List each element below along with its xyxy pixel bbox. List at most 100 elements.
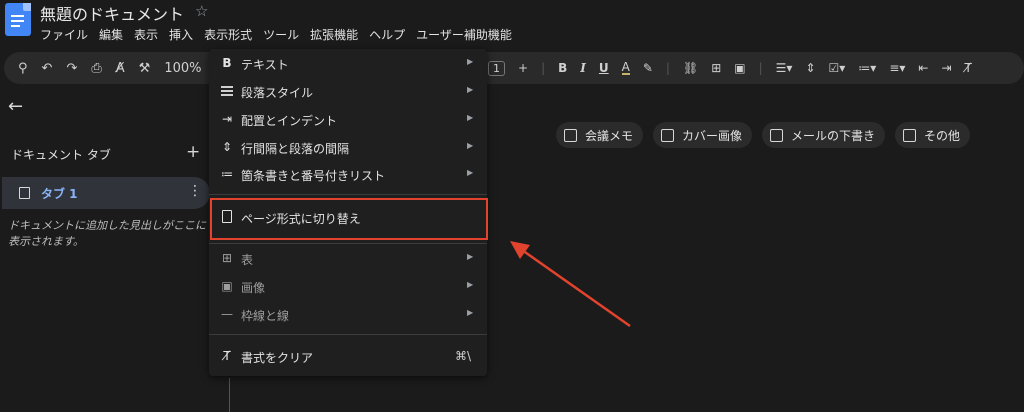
toolbar-divider: |: [758, 61, 763, 75]
chip-label: その他: [924, 128, 961, 143]
submenu-arrow-icon: ▶: [467, 57, 474, 66]
redo-icon[interactable]: ↷: [66, 61, 77, 76]
align-icon[interactable]: ☰▾: [776, 61, 793, 75]
title-bar: 無題のドキュメント ☆ ファイル 編集 表示 挿入 表示形式 ツール 拡張機能 …: [0, 0, 1024, 46]
outline-hint: ドキュメントに追加した見出しがここに表示されます。: [8, 219, 206, 248]
tab-label: タブ 1: [41, 187, 78, 201]
menu-divider: [209, 243, 487, 244]
menu-extensions[interactable]: 拡張機能: [310, 26, 358, 43]
star-icon[interactable]: ☆: [195, 2, 208, 20]
toolbar: ⚲ ↶ ↷ ⎙ A̸ ⚒ 100% 1 + | B I U A ✎ | ⛓ ⊞ …: [4, 52, 1024, 84]
menu-item-label: テキスト: [241, 58, 289, 72]
line-spacing-icon: ⇕: [221, 140, 233, 154]
menu-item-line-spacing[interactable]: ⇕ 行間隔と段落の間隔 ▶: [209, 136, 487, 160]
menu-help[interactable]: ヘルプ: [369, 26, 405, 43]
font-size-increase-button[interactable]: +: [518, 61, 528, 75]
shortcut-label: ⌘\: [455, 349, 472, 363]
mail-icon: [770, 128, 784, 142]
menu-item-bullets-numbering[interactable]: ≔ 箇条書きと番号付きリスト ▶: [209, 163, 487, 187]
toolbar-divider: |: [665, 61, 670, 75]
tabs-heading: ドキュメント タブ: [11, 148, 111, 162]
menu-item-label: 段落スタイル: [241, 86, 314, 100]
spellcheck-icon[interactable]: A̸: [116, 61, 125, 76]
print-icon[interactable]: ⎙: [91, 61, 101, 76]
submenu-arrow-icon: ▶: [467, 113, 474, 122]
bold-button[interactable]: B: [558, 61, 567, 75]
chip-label: メールの下書き: [791, 128, 876, 143]
menu-item-label: 画像: [241, 281, 266, 295]
tab-document-icon: [19, 187, 30, 199]
bullet-list-icon[interactable]: ≔▾: [858, 61, 876, 75]
menu-item-text[interactable]: B テキスト ▶: [209, 52, 487, 76]
submenu-arrow-icon: ▶: [467, 252, 474, 261]
chip-email-draft[interactable]: メールの下書き: [762, 122, 886, 148]
submenu-arrow-icon: ▶: [467, 168, 474, 177]
document-title[interactable]: 無題のドキュメント: [40, 1, 184, 25]
menu-item-image[interactable]: ▣ 画像 ▶: [209, 275, 487, 299]
menu-item-label: 行間隔と段落の間隔: [241, 142, 350, 156]
menu-insert[interactable]: 挿入: [169, 26, 193, 43]
menu-item-label: 配置とインデント: [241, 114, 338, 128]
back-arrow-icon[interactable]: ←: [8, 96, 23, 117]
document-outline-sidebar: ← ドキュメント タブ + タブ 1 ⋮ ドキュメントに追加した見出しがここに表…: [0, 90, 210, 412]
menu-format[interactable]: 表示形式: [204, 26, 252, 43]
tab-more-options-icon[interactable]: ⋮: [188, 183, 202, 199]
clear-format-icon: T̸: [223, 349, 231, 363]
menu-file[interactable]: ファイル: [40, 26, 88, 43]
menu-item-table[interactable]: ⊞ 表 ▶: [209, 247, 487, 271]
image-icon: [661, 128, 675, 142]
submenu-arrow-icon: ▶: [467, 85, 474, 94]
paragraph-style-icon: [221, 86, 233, 96]
table-icon: ⊞: [221, 251, 233, 265]
line-spacing-icon[interactable]: ⇕: [805, 61, 815, 75]
document-icon: [564, 128, 577, 142]
italic-button[interactable]: I: [580, 61, 586, 75]
menu-item-label: 書式をクリア: [241, 351, 314, 365]
toolbar-divider: |: [541, 61, 546, 75]
align-indent-icon: ⇥: [221, 112, 233, 126]
add-tab-button[interactable]: +: [186, 142, 200, 162]
docs-logo-icon[interactable]: [5, 3, 31, 36]
submenu-arrow-icon: ▶: [467, 280, 474, 289]
chip-more[interactable]: その他: [895, 122, 971, 148]
paint-format-icon[interactable]: ⚒: [139, 61, 151, 76]
more-icon: [903, 128, 917, 142]
menu-item-label: 枠線と線: [241, 309, 290, 323]
highlight-box: [210, 198, 488, 240]
menu-divider: [209, 334, 487, 335]
highlight-icon[interactable]: ✎: [643, 61, 653, 75]
chip-meeting-notes[interactable]: 会議メモ: [556, 122, 644, 148]
submenu-arrow-icon: ▶: [467, 308, 474, 317]
template-chips: 会議メモ カバー画像 メールの下書き その他: [556, 122, 971, 148]
menu-view[interactable]: 表示: [134, 26, 158, 43]
image-icon: ▣: [221, 279, 233, 293]
menu-item-align-indent[interactable]: ⇥ 配置とインデント ▶: [209, 108, 487, 132]
underline-button[interactable]: U: [599, 61, 609, 75]
menu-accessibility[interactable]: ユーザー補助機能: [416, 26, 512, 43]
zoom-select[interactable]: 100%: [164, 61, 201, 76]
menu-item-label: 箇条書きと番号付きリスト: [241, 169, 386, 183]
checklist-icon[interactable]: ☑▾: [829, 61, 846, 75]
text-color-button[interactable]: A: [621, 61, 630, 75]
numbered-list-icon[interactable]: ≡▾: [889, 61, 905, 75]
comment-icon[interactable]: ⊞: [711, 61, 721, 75]
decrease-indent-icon[interactable]: ⇤: [918, 61, 928, 75]
clear-format-icon[interactable]: T̸: [965, 61, 972, 75]
undo-icon[interactable]: ↶: [42, 61, 53, 76]
font-size-input[interactable]: 1: [488, 60, 505, 76]
list-icon: ≔: [221, 167, 233, 181]
menu-item-paragraph-style[interactable]: 段落スタイル ▶: [209, 80, 487, 104]
page-edge-line: [229, 378, 230, 412]
chip-label: 会議メモ: [585, 128, 634, 143]
menu-item-clear-formatting[interactable]: T̸ 書式をクリア ⌘\: [209, 345, 487, 369]
sidebar-item-tab-1[interactable]: タブ 1 ⋮: [2, 177, 210, 209]
menu-item-borders-lines[interactable]: — 枠線と線 ▶: [209, 303, 487, 327]
link-icon[interactable]: ⛓: [683, 61, 698, 75]
increase-indent-icon[interactable]: ⇥: [941, 61, 951, 75]
menu-tools[interactable]: ツール: [263, 26, 299, 43]
search-icon[interactable]: ⚲: [18, 61, 28, 76]
menu-edit[interactable]: 編集: [99, 26, 123, 43]
menu-item-label: 表: [241, 253, 254, 267]
chip-cover-image[interactable]: カバー画像: [653, 122, 753, 148]
image-icon[interactable]: ▣: [734, 61, 745, 75]
